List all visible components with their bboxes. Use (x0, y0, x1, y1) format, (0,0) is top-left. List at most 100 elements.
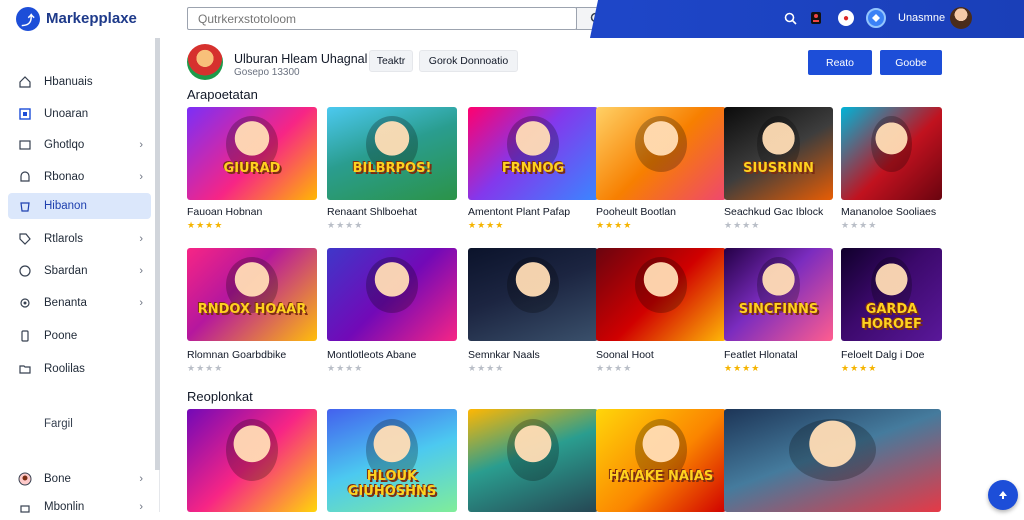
phone-icon (18, 329, 32, 343)
app-card-image[interactable] (724, 409, 941, 512)
app-card-image[interactable]: SINCFINNS (724, 248, 833, 341)
app-card-rating: ★★★★ (841, 220, 877, 231)
sidebar-item-ghotlqo[interactable]: Ghotlqo › (8, 132, 151, 158)
sidebar-footer-label[interactable]: Fargil (44, 418, 73, 430)
app-card-title[interactable]: Semnkar Naals (468, 349, 540, 361)
logo-icon[interactable]: ⤴ (16, 7, 40, 31)
app-card-title[interactable]: Mananoloe Sooliaes (841, 206, 936, 218)
sidebar-item-benanta[interactable]: Benanta › (8, 290, 151, 316)
app-card-image[interactable]: GIURAD (187, 107, 317, 200)
chevron-right-icon: › (139, 233, 143, 245)
star-icon: ★ (742, 363, 752, 373)
primary-button[interactable]: Reato (808, 50, 872, 75)
diamond-icon[interactable] (866, 8, 886, 28)
app-card-title[interactable]: Feloelt Dalg i Doe (841, 349, 924, 361)
star-icon: ★ (495, 363, 505, 373)
star-icon: ★ (868, 363, 878, 373)
home-icon (18, 75, 32, 89)
star-icon: ★ (205, 220, 215, 230)
character-art (635, 257, 687, 314)
app-card-image[interactable]: GARDA HOROEF (841, 248, 942, 341)
sidebar-item-bone[interactable]: Bone › (8, 466, 151, 492)
app-card-image[interactable]: FRNNOG (468, 107, 598, 200)
app-card-image[interactable] (187, 409, 317, 512)
character-art (635, 116, 687, 173)
app-card-image[interactable] (841, 107, 942, 200)
app-card-title[interactable]: Fauoan Hobnan (187, 206, 262, 218)
sidebar-item-hibanon[interactable]: Hibanon (8, 193, 151, 219)
gear-icon (18, 296, 32, 310)
app-card-title[interactable]: Renaant Shlboehat (327, 206, 417, 218)
app-card-image[interactable] (468, 248, 598, 341)
gamepad-icon[interactable] (808, 10, 824, 26)
character-art (226, 419, 278, 482)
primary-button[interactable]: Goobe (880, 50, 942, 75)
app-card-image[interactable] (468, 409, 598, 512)
star-icon: ★ (724, 220, 734, 230)
sidebar-item-label: Roolilas (44, 363, 85, 375)
sidebar-item-sbardan[interactable]: Sbardan › (8, 258, 151, 284)
sidebar-item-label: Bone (44, 473, 71, 485)
app-card-image[interactable] (327, 248, 457, 341)
app-card-image[interactable] (596, 107, 726, 200)
app-card-title[interactable]: Pooheult Bootlan (596, 206, 676, 218)
star-icon: ★ (187, 363, 197, 373)
app-card-title[interactable]: Rlomnan Goarbdbike (187, 349, 286, 361)
sidebar-item-label: Benanta (44, 297, 87, 309)
app-avatar[interactable] (187, 44, 223, 80)
sidebar-item-poone[interactable]: Poone (8, 323, 151, 349)
bell-icon (18, 170, 32, 184)
star-icon: ★ (336, 363, 346, 373)
scroll-top-button[interactable] (988, 480, 1018, 510)
app-card-image[interactable]: HAIAKE NAIAS (596, 409, 726, 512)
avatar-icon (18, 472, 32, 486)
star-icon: ★ (868, 220, 878, 230)
app-card-image[interactable]: RNDOX HOAAR (187, 248, 317, 341)
sidebar-item-label: Hbanuais (44, 76, 93, 88)
app-logo-text[interactable]: Markepplaxe (46, 10, 137, 27)
star-icon: ★ (614, 363, 624, 373)
star-icon: ★ (196, 363, 206, 373)
up-arrow-icon (999, 491, 1007, 499)
clock-icon (18, 264, 32, 278)
app-card-image[interactable] (596, 248, 726, 341)
star-icon: ★ (623, 363, 633, 373)
app-card-image[interactable]: SIUSRINN (724, 107, 833, 200)
star-icon: ★ (187, 220, 197, 230)
notification-icon[interactable]: ● (838, 10, 854, 26)
character-art (507, 419, 559, 482)
sidebar-item-unoaran[interactable]: Unoaran (8, 101, 151, 127)
sidebar-item-roolilas[interactable]: Roolilas (8, 356, 151, 382)
sidebar-item-home[interactable]: Hbanuais (8, 69, 151, 95)
sidebar-item-rtlarols[interactable]: Rtlarols › (8, 226, 151, 252)
app-card-title[interactable]: Featlet Hlonatal (724, 349, 798, 361)
sidebar-item-rbonao[interactable]: Rbonao › (8, 164, 151, 190)
sidebar-scrollbar[interactable] (155, 38, 160, 470)
card-art-title: HAIAKE NAIAS (608, 468, 714, 484)
app-card-title[interactable]: Soonal Hoot (596, 349, 654, 361)
sidebar-item-mbonlin[interactable]: Mbonlin › (8, 494, 151, 520)
chip-button[interactable]: Teaktr (369, 50, 413, 72)
app-card-rating: ★★★★ (724, 220, 760, 231)
search-input[interactable] (187, 7, 577, 30)
chevron-right-icon: › (139, 501, 143, 513)
chip-button[interactable]: Gorok Donnoatio (419, 50, 518, 72)
star-icon: ★ (623, 220, 633, 230)
character-art (789, 419, 876, 482)
section-title: Arapoetatan (187, 87, 258, 102)
app-card-image[interactable]: HLOUK GIUHOSHNS (327, 409, 457, 512)
star-icon: ★ (468, 220, 478, 230)
star-icon: ★ (345, 220, 355, 230)
star-icon: ★ (742, 220, 752, 230)
top-header: ⤴ Markepplaxe ● Unasmne (0, 0, 1024, 38)
star-icon: ★ (468, 363, 478, 373)
search-icon[interactable] (782, 10, 798, 26)
avatar[interactable] (950, 7, 972, 29)
app-card-title[interactable]: Seachkud Gac Iblock (724, 206, 823, 218)
user-name[interactable]: Unasmne (898, 12, 945, 24)
star-icon: ★ (477, 220, 487, 230)
app-card-title[interactable]: Montlotleots Abane (327, 349, 416, 361)
app-card-image[interactable]: BILBRPOS! (327, 107, 457, 200)
app-title: Ulburan Hleam Uhagnal (234, 52, 368, 66)
app-card-title[interactable]: Amentont Plant Pafap (468, 206, 570, 218)
